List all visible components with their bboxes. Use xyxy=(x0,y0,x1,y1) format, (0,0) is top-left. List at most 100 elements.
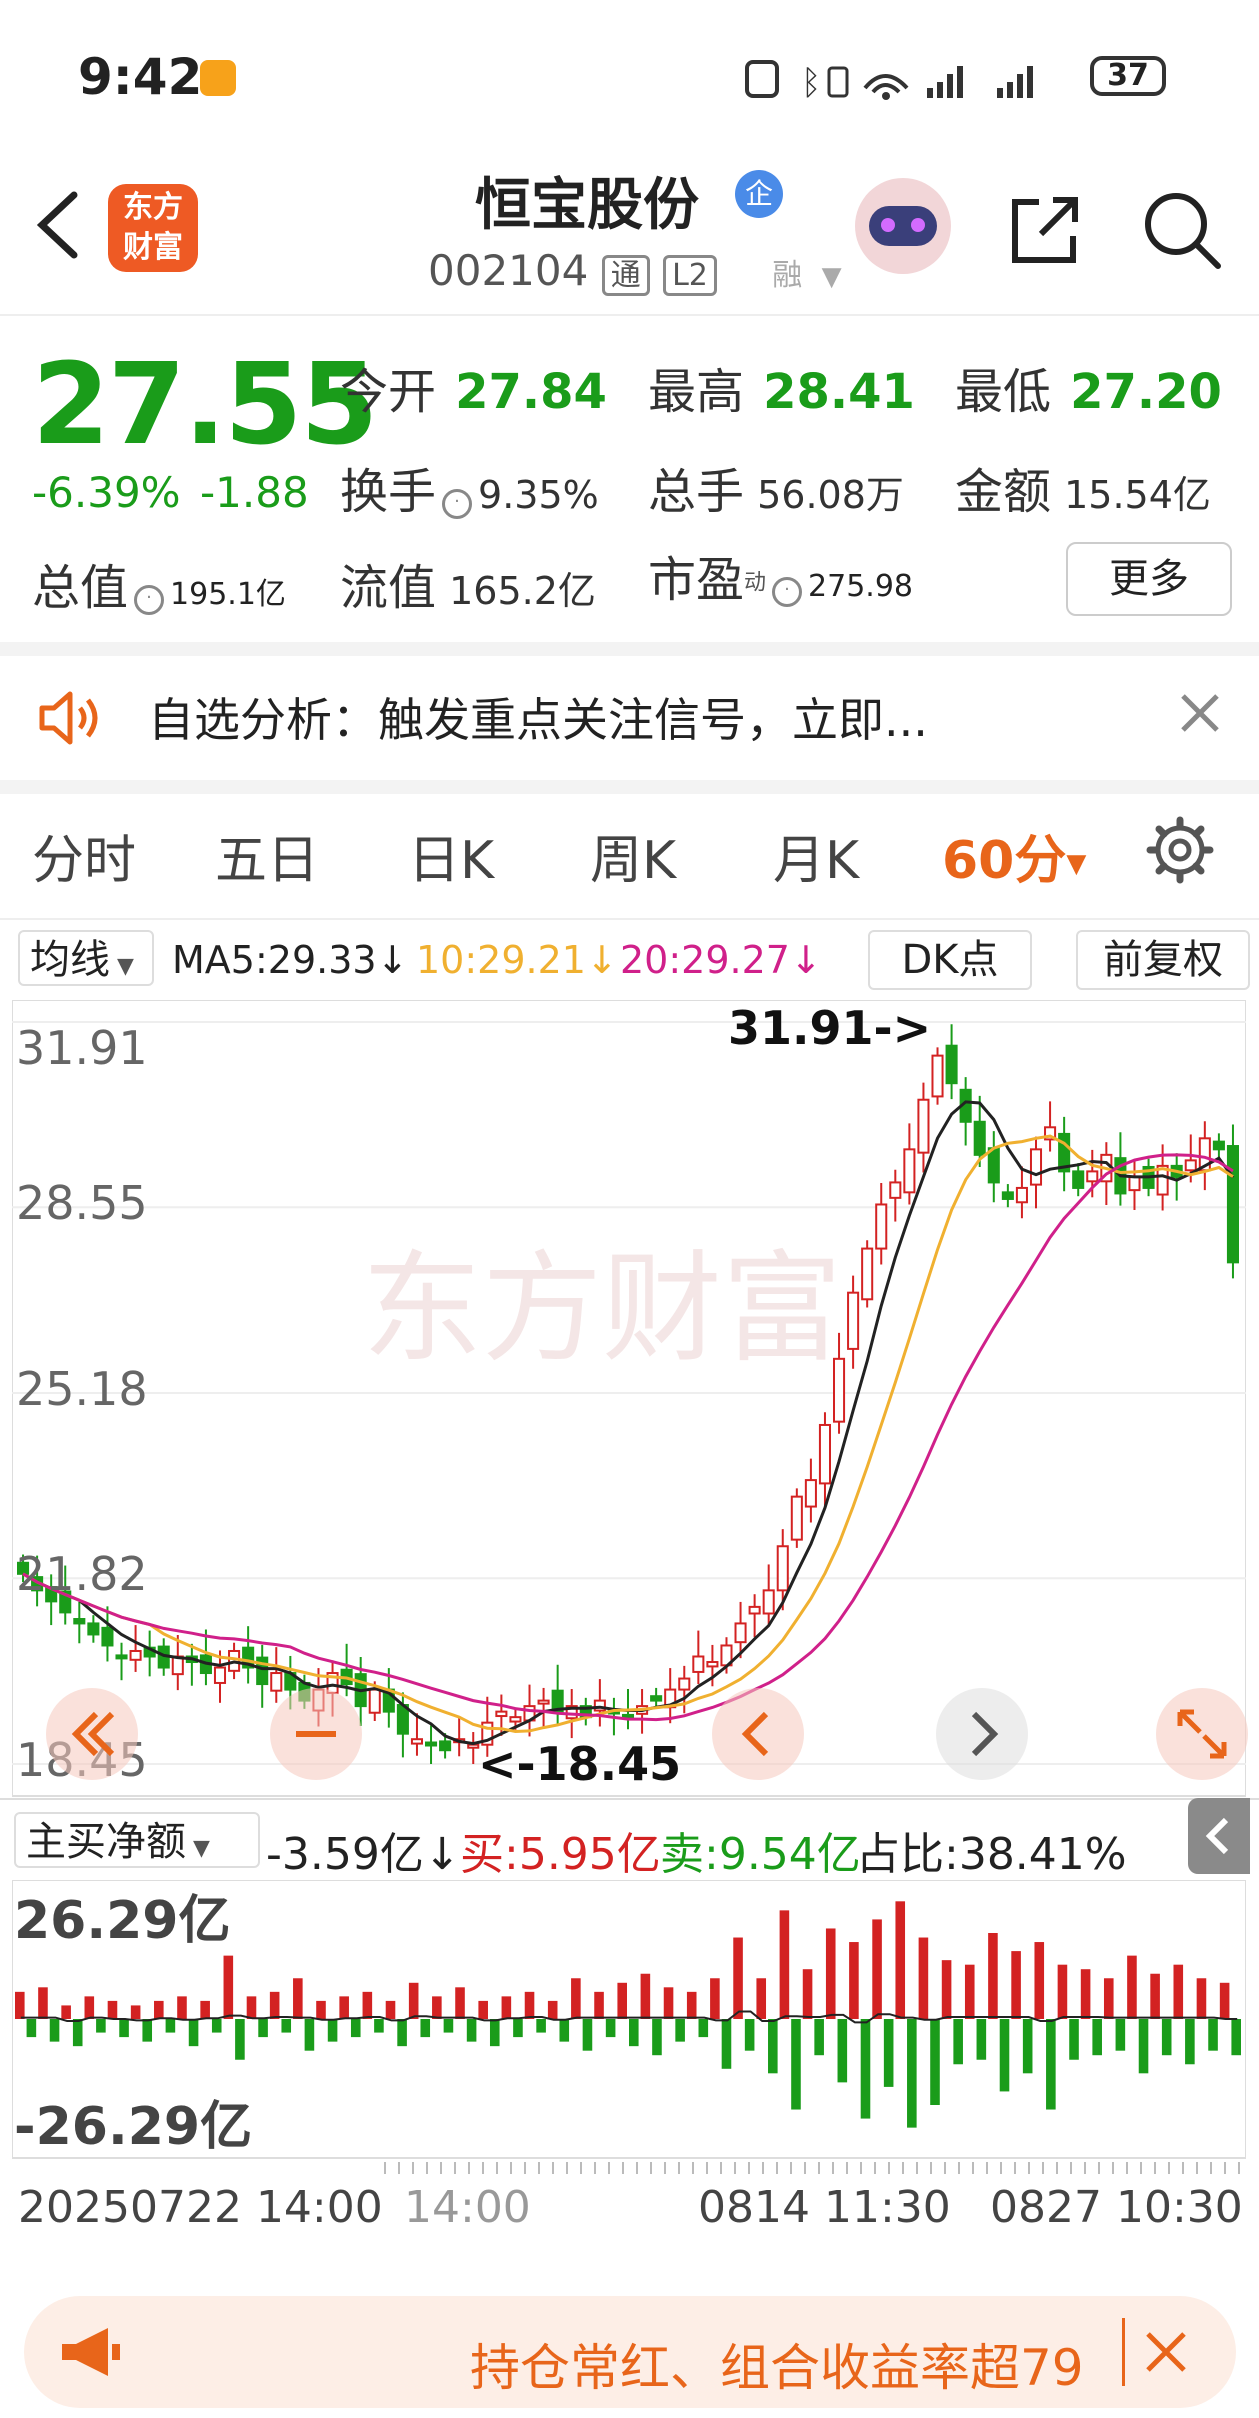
tabs-divider xyxy=(0,918,1259,920)
next-button[interactable] xyxy=(936,1688,1028,1780)
info-icon[interactable]: · xyxy=(772,576,803,607)
flow-bar xyxy=(200,2000,210,2019)
signal-2-icon xyxy=(997,66,1033,98)
candle-body xyxy=(425,1741,438,1747)
flow-bar xyxy=(443,2019,454,2033)
flow-bar xyxy=(501,1996,512,2019)
candle-body xyxy=(790,1495,803,1541)
back-arrow-icon[interactable] xyxy=(30,185,90,265)
info-icon[interactable]: · xyxy=(442,488,473,519)
flow-bar xyxy=(976,2019,987,2060)
flow-bar xyxy=(466,2019,477,2042)
prev-button[interactable] xyxy=(712,1688,804,1780)
flow-indicator-selector[interactable]: 主买净额 ▼ xyxy=(14,1812,260,1868)
dk-point-button[interactable]: DK点 xyxy=(868,930,1032,990)
flow-bar xyxy=(49,2019,60,2042)
flow-bar xyxy=(316,2000,326,2019)
caret-down-icon: ▼ xyxy=(186,1836,210,1861)
flow-bar xyxy=(489,2019,500,2047)
speaker-icon xyxy=(39,691,98,745)
fullscreen-button[interactable] xyxy=(1156,1688,1248,1780)
flow-bar xyxy=(432,1996,442,2019)
mktcap-cell: 总值 · 195.1亿 xyxy=(32,548,286,618)
more-button[interactable]: 更多 xyxy=(1066,542,1232,616)
candle-body xyxy=(537,1699,550,1705)
connect-tag: 通 xyxy=(601,255,650,296)
x-label-2: 14:00 xyxy=(404,2182,531,2233)
flow-bar xyxy=(791,2019,801,2110)
tab-intraday[interactable]: 分时 xyxy=(32,818,136,893)
zoom-out-button[interactable] xyxy=(270,1688,362,1780)
logo-text-bottom: 财富 xyxy=(123,230,183,265)
flow-bar xyxy=(999,2019,1010,2092)
candle-body xyxy=(650,1695,663,1702)
adjust-button[interactable]: 前复权 xyxy=(1076,930,1250,990)
assistant-avatar[interactable] xyxy=(855,178,951,274)
flow-bar xyxy=(988,1932,998,2019)
candle-body xyxy=(973,1120,986,1156)
flow-bar xyxy=(1208,2019,1218,2051)
info-icon[interactable]: · xyxy=(134,584,165,615)
flow-bar xyxy=(339,1996,349,2019)
candle-body xyxy=(115,1654,128,1660)
min-price-label: <-18.45 xyxy=(478,1737,681,1791)
wifi-icon xyxy=(863,74,909,94)
flow-bar xyxy=(107,2000,118,2019)
amount-value: 15.54亿 xyxy=(1064,473,1211,517)
flow-bar-chart[interactable]: 26.29亿 -26.29亿 xyxy=(12,1880,1246,2160)
kline-chart[interactable]: 东方财富 31.9128.5525.1821.8218.45 31.91-> <… xyxy=(12,1000,1246,1798)
flow-bar xyxy=(1231,2019,1241,2056)
l2-tag: L2 xyxy=(663,255,717,296)
tab-60min[interactable]: 60分▼ xyxy=(942,818,1086,893)
amount-cell: 金额 15.54亿 xyxy=(955,452,1211,522)
flow-bar xyxy=(1046,2019,1056,2110)
x-label-start: 20250722 14:00 xyxy=(18,2182,383,2233)
flow-bar xyxy=(907,2019,917,2128)
share-icon[interactable] xyxy=(1005,190,1085,270)
candle-body xyxy=(875,1203,888,1250)
tab-monthly-k[interactable]: 月K xyxy=(773,818,859,893)
flow-bar xyxy=(235,2019,245,2060)
search-icon[interactable] xyxy=(1140,188,1224,272)
close-icon[interactable] xyxy=(1140,2326,1192,2378)
candle-body xyxy=(1001,1191,1014,1200)
promo-text[interactable]: 持仓常红、组合收益率超79 xyxy=(470,2328,1084,2400)
flow-bar xyxy=(1022,2019,1033,2074)
watermark: 东方财富 xyxy=(362,1240,842,1379)
tab-weekly-k[interactable]: 周K xyxy=(590,818,676,893)
enterprise-badge[interactable]: 企 xyxy=(735,170,783,218)
rewind-button[interactable] xyxy=(46,1688,138,1780)
flow-bar xyxy=(663,1987,674,2019)
app-logo[interactable]: 东方 财富 xyxy=(108,184,198,272)
chevron-down-icon[interactable]: ▼ xyxy=(822,262,842,292)
flow-bar xyxy=(1173,1964,1184,2019)
indicator-selector[interactable]: 均线 ▼ xyxy=(18,930,154,986)
collapse-panel-button[interactable] xyxy=(1188,1798,1250,1874)
flow-bar xyxy=(559,2019,570,2042)
megaphone-icon xyxy=(62,2328,120,2376)
flow-bar xyxy=(605,2019,616,2038)
alert-text[interactable]: 自选分析：触发重点关注信号，立即... xyxy=(148,684,928,750)
flow-bar xyxy=(385,2000,396,2019)
time-scale-ticks xyxy=(384,2162,1244,2174)
open-value: 27.84 xyxy=(455,364,607,420)
candle-body xyxy=(439,1740,452,1752)
candle-body xyxy=(1029,1148,1043,1186)
flow-bar xyxy=(15,1991,25,2019)
flow-bar xyxy=(698,2019,709,2038)
tab-five-day[interactable]: 五日 xyxy=(215,818,319,893)
flow-bar xyxy=(779,1910,790,2019)
kline-chart-frame xyxy=(12,1000,1246,1797)
settings-gear-icon[interactable] xyxy=(1145,815,1215,885)
candle-body xyxy=(1072,1170,1085,1189)
flow-bar xyxy=(269,1991,280,2019)
close-icon[interactable] xyxy=(1175,688,1225,738)
signal-1-icon xyxy=(927,66,963,98)
flow-bar xyxy=(849,1942,859,2019)
tab-daily-k[interactable]: 日K xyxy=(408,818,494,893)
double-chevron-left-icon xyxy=(71,1711,115,1757)
flow-sell: 卖:9.54亿 xyxy=(660,1829,861,1880)
flow-bar xyxy=(211,2019,222,2033)
current-price: 27.55 xyxy=(32,340,378,470)
section-divider xyxy=(0,642,1259,656)
